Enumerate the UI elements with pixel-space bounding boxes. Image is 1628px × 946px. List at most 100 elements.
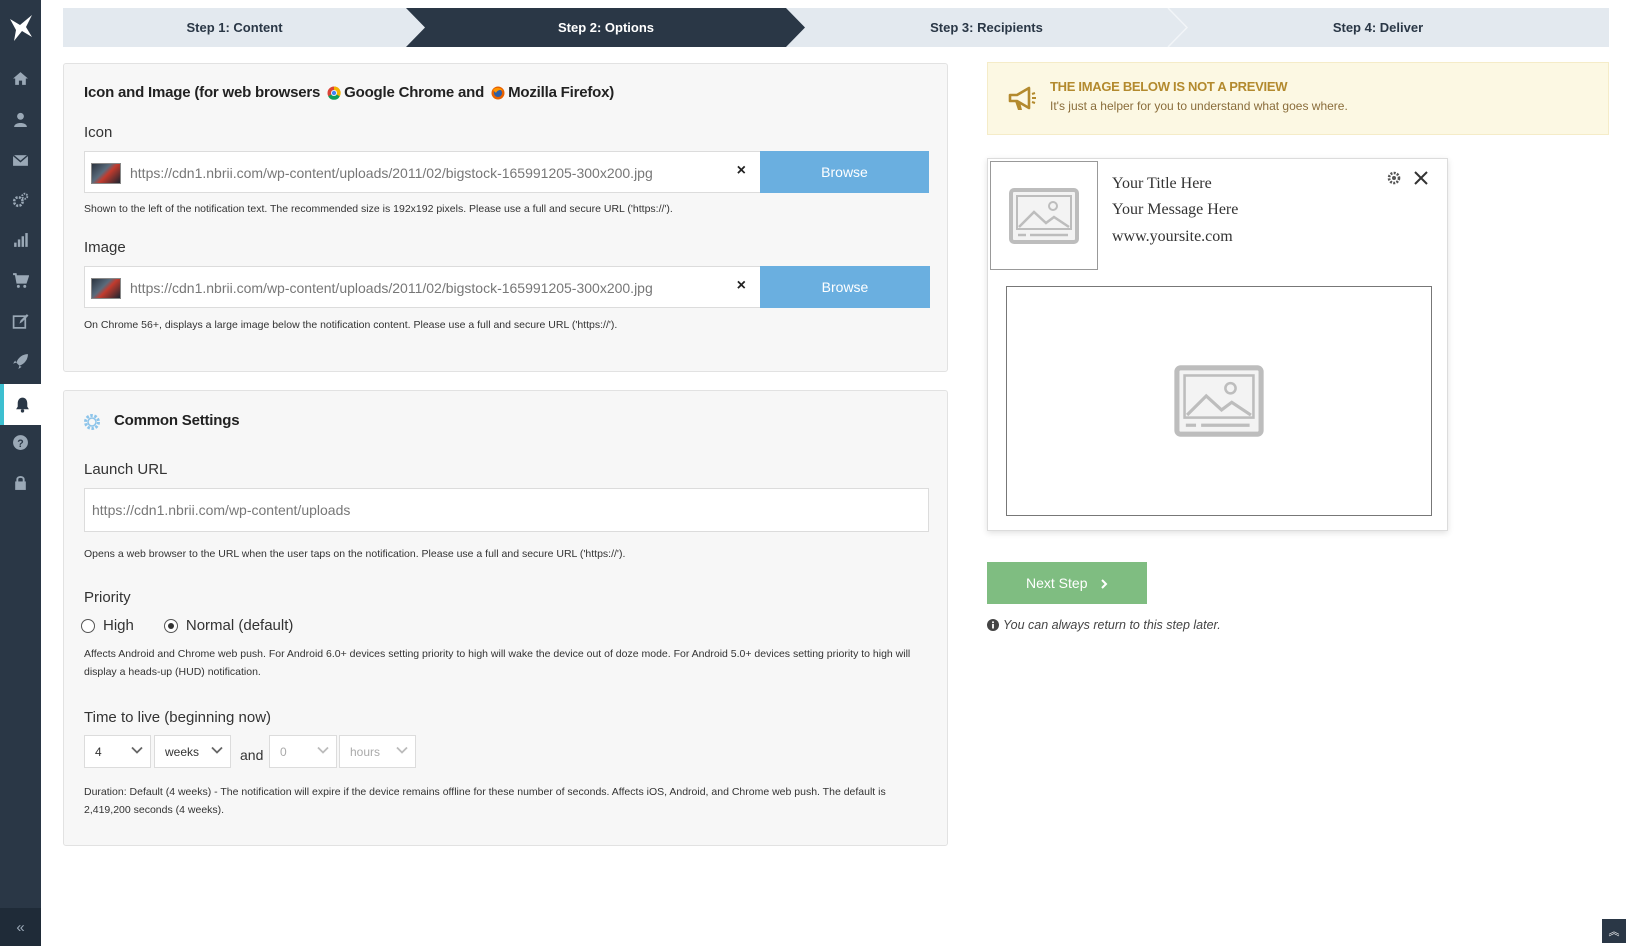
close-icon xyxy=(1414,171,1428,185)
notice-title: THE IMAGE BELOW IS NOT A PREVIEW xyxy=(1050,79,1288,94)
browse-icon-button[interactable]: Browse xyxy=(760,151,929,193)
priority-normal-label[interactable]: Normal (default) xyxy=(186,617,294,634)
common-settings-title: Common Settings xyxy=(114,412,240,429)
launch-url-input[interactable]: https://cdn1.nbrii.com/wp-content/upload… xyxy=(84,488,929,532)
chrome-label: Google Chrome and xyxy=(344,84,485,101)
preview-site: www.yoursite.com xyxy=(1112,228,1233,245)
ttl-value-select[interactable]: 4 xyxy=(84,735,151,768)
ttl-help-text: Duration: Default (4 weeks) - The notifi… xyxy=(84,786,886,816)
step-deliver-tab[interactable]: Step 4: Deliver xyxy=(1187,8,1569,47)
preview-large-image-placeholder xyxy=(1006,286,1432,516)
nav-shop[interactable] xyxy=(0,260,41,301)
bird-logo-icon[interactable] xyxy=(0,0,41,55)
image-help-text: On Chrome 56+, displays a large image be… xyxy=(84,319,618,331)
sidebar: ? « xyxy=(0,0,41,946)
lock-icon xyxy=(15,475,26,490)
icon-image-panel: Icon and Image (for web browsers Google … xyxy=(63,63,948,372)
nav-home[interactable] xyxy=(0,58,41,99)
edit-icon xyxy=(12,314,29,329)
image-placeholder-icon xyxy=(1009,187,1079,244)
ttl-value-selected: 4 xyxy=(95,745,102,759)
image-placeholder-icon xyxy=(1174,365,1264,437)
user-icon xyxy=(14,112,27,127)
image-label: Image xyxy=(84,239,126,256)
nav-push-notifications[interactable] xyxy=(0,384,41,425)
launch-url-label: Launch URL xyxy=(84,461,168,478)
bell-icon xyxy=(16,397,29,413)
nav-edit[interactable] xyxy=(0,301,41,342)
ttl-extra-unit-select[interactable]: hours xyxy=(339,735,416,768)
return-hint-text: You can always return to this step later… xyxy=(1003,618,1221,632)
ttl-extra-value-select[interactable]: 0 xyxy=(269,735,337,768)
info-icon xyxy=(987,619,999,631)
svg-text:?: ? xyxy=(17,438,23,450)
preview-icon-placeholder xyxy=(990,161,1098,270)
ttl-unit-select[interactable]: weeks xyxy=(154,735,231,768)
chrome-icon xyxy=(327,85,341,100)
return-hint: You can always return to this step later… xyxy=(987,618,1221,632)
next-step-button[interactable]: Next Step xyxy=(987,562,1147,604)
icon-help-text: Shown to the left of the notification te… xyxy=(84,203,673,215)
step-recipients-tab[interactable]: Step 3: Recipients xyxy=(805,8,1168,47)
priority-high-label[interactable]: High xyxy=(103,617,134,634)
nav-reports[interactable] xyxy=(0,220,41,261)
nav-security[interactable] xyxy=(0,462,41,503)
preview-title: Your Title Here xyxy=(1112,175,1212,192)
not-a-preview-notice: THE IMAGE BELOW IS NOT A PREVIEW It's ju… xyxy=(987,62,1609,135)
chevron-down-icon xyxy=(317,746,329,754)
preview-message: Your Message Here xyxy=(1112,201,1239,218)
firefox-label: Mozilla Firefox) xyxy=(508,84,615,101)
question-icon: ? xyxy=(13,435,28,450)
bar-chart-icon xyxy=(14,233,28,247)
priority-help-text: Affects Android and Chrome web push. For… xyxy=(84,648,911,678)
launch-url-help-text: Opens a web browser to the URL when the … xyxy=(84,548,626,560)
megaphone-icon xyxy=(1008,86,1036,110)
chevron-right-icon xyxy=(1101,579,1108,589)
image-thumbnail xyxy=(91,278,121,299)
step-options-tab[interactable]: Step 2: Options xyxy=(425,8,787,47)
cart-icon xyxy=(13,273,29,288)
scroll-to-top-button[interactable]: ︽ xyxy=(1602,919,1626,943)
envelope-icon xyxy=(12,154,29,166)
nav-settings[interactable] xyxy=(0,180,41,221)
gear-icon xyxy=(1387,171,1401,185)
chevron-down-icon xyxy=(211,746,223,754)
gear-icon xyxy=(84,414,100,430)
browse-image-button[interactable]: Browse xyxy=(760,266,930,308)
step-content-tab[interactable]: Step 1: Content xyxy=(63,8,406,47)
chevron-down-icon xyxy=(396,746,408,754)
firefox-icon xyxy=(491,86,505,99)
image-url-input[interactable]: https://cdn1.nbrii.com/wp-content/upload… xyxy=(84,266,760,308)
icon-url-value: https://cdn1.nbrii.com/wp-content/upload… xyxy=(130,165,653,181)
clear-image-url-button[interactable]: × xyxy=(737,277,746,295)
image-url-value: https://cdn1.nbrii.com/wp-content/upload… xyxy=(130,280,653,296)
priority-radio-group: High Normal (default) xyxy=(81,617,293,634)
notice-text: It's just a helper for you to understand… xyxy=(1050,99,1348,113)
clear-icon-url-button[interactable]: × xyxy=(737,162,746,180)
chevron-down-icon xyxy=(131,746,143,754)
common-settings-panel: Common Settings Launch URL https://cdn1.… xyxy=(63,390,948,846)
ttl-and-label: and xyxy=(240,747,264,763)
nav-messages[interactable] xyxy=(0,140,41,181)
priority-label: Priority xyxy=(84,589,131,606)
gears-icon xyxy=(12,192,29,208)
ttl-extra-unit-selected: hours xyxy=(350,745,381,759)
nav-users[interactable] xyxy=(0,99,41,140)
priority-high-radio[interactable] xyxy=(81,618,95,633)
collapse-sidebar-button[interactable]: « xyxy=(0,908,41,946)
rocket-icon xyxy=(13,354,28,369)
notification-helper-diagram: Your Title Here Your Message Here www.yo… xyxy=(987,158,1448,531)
ttl-label: Time to live (beginning now) xyxy=(84,709,272,726)
icon-url-input[interactable]: https://cdn1.nbrii.com/wp-content/upload… xyxy=(84,151,760,193)
ttl-unit-selected: weeks xyxy=(165,745,200,759)
icon-image-panel-title: Icon and Image (for web browsers Google … xyxy=(84,84,614,101)
priority-normal-radio[interactable] xyxy=(163,618,178,633)
icon-image-title-text: Icon and Image (for web browsers xyxy=(84,84,321,101)
ttl-extra-value-selected: 0 xyxy=(280,745,287,759)
wizard-steps: Step 1: Content Step 2: Options Step 3: … xyxy=(63,8,1609,47)
nav-help[interactable]: ? xyxy=(0,422,41,463)
next-step-label: Next Step xyxy=(1026,575,1088,591)
icon-thumbnail xyxy=(91,163,121,184)
icon-label: Icon xyxy=(84,124,113,141)
nav-launch[interactable] xyxy=(0,341,41,382)
